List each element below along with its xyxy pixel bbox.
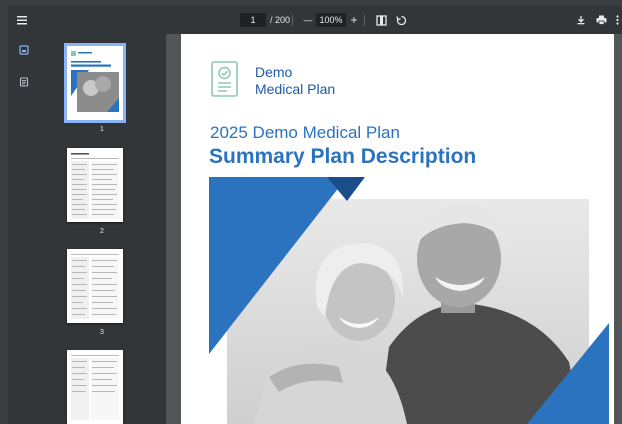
sidebar-mode-rail [8,34,38,424]
rotate-icon [395,15,406,25]
thumbnail-cover-preview [67,46,123,120]
document-title: Summary Plan Description [209,145,477,168]
document-subtitle: 2025 Demo Medical Plan [210,123,400,142]
download-button[interactable] [574,6,588,34]
pdf-toolbar: / 200 — + [8,6,622,34]
document-outline-icon [19,77,29,87]
zoom-out-button[interactable]: — [302,6,314,34]
more-actions-button[interactable] [613,6,621,34]
thumbnail-text-preview [67,148,123,222]
thumbnail-text-preview [67,350,123,424]
thumbnail-label: 1 [100,126,104,133]
page-number-input[interactable] [240,13,266,27]
page-thumbnail-4[interactable] [67,350,123,424]
rotate-button[interactable] [394,6,408,34]
page-thumbnail-1[interactable] [64,43,126,123]
zoom-in-label: + [350,13,358,27]
thumbnail-sidebar: 1 2 3 [38,34,166,424]
thumbnail-icon [19,45,29,55]
hamburger-menu-icon [17,16,27,25]
pdf-page-1: Demo Medical Plan 2025 Demo Medical Plan… [181,34,614,424]
zoom-out-label: — [303,15,313,25]
page-total-label: / 200 [270,15,291,25]
plan-name-line1: Demo [255,64,293,80]
page-thumbnail-3[interactable] [67,249,123,323]
thumbnail-label: 3 [100,329,104,336]
plan-logo-icon [211,61,238,97]
thumbnail-label: 2 [100,228,104,235]
toolbar-divider [292,15,293,26]
toolbar-divider [364,15,365,26]
outline-view-button[interactable] [18,76,30,88]
more-vert-icon [615,15,619,25]
page-thumbnail-2[interactable] [67,148,123,222]
thumbnail-text-preview [67,249,123,323]
fit-page-icon [375,14,387,26]
thumbnails-view-button[interactable] [18,44,30,56]
fit-to-page-button[interactable] [374,6,388,34]
zoom-level-input[interactable] [316,13,346,27]
print-button[interactable] [594,6,608,34]
cover-photo [209,177,609,424]
zoom-in-button[interactable]: + [348,6,360,34]
print-icon [596,15,606,25]
plan-name-line2: Medical Plan [255,81,336,97]
document-viewport[interactable]: Demo Medical Plan 2025 Demo Medical Plan… [166,34,622,424]
menu-button[interactable] [12,6,32,34]
download-icon [577,16,585,25]
